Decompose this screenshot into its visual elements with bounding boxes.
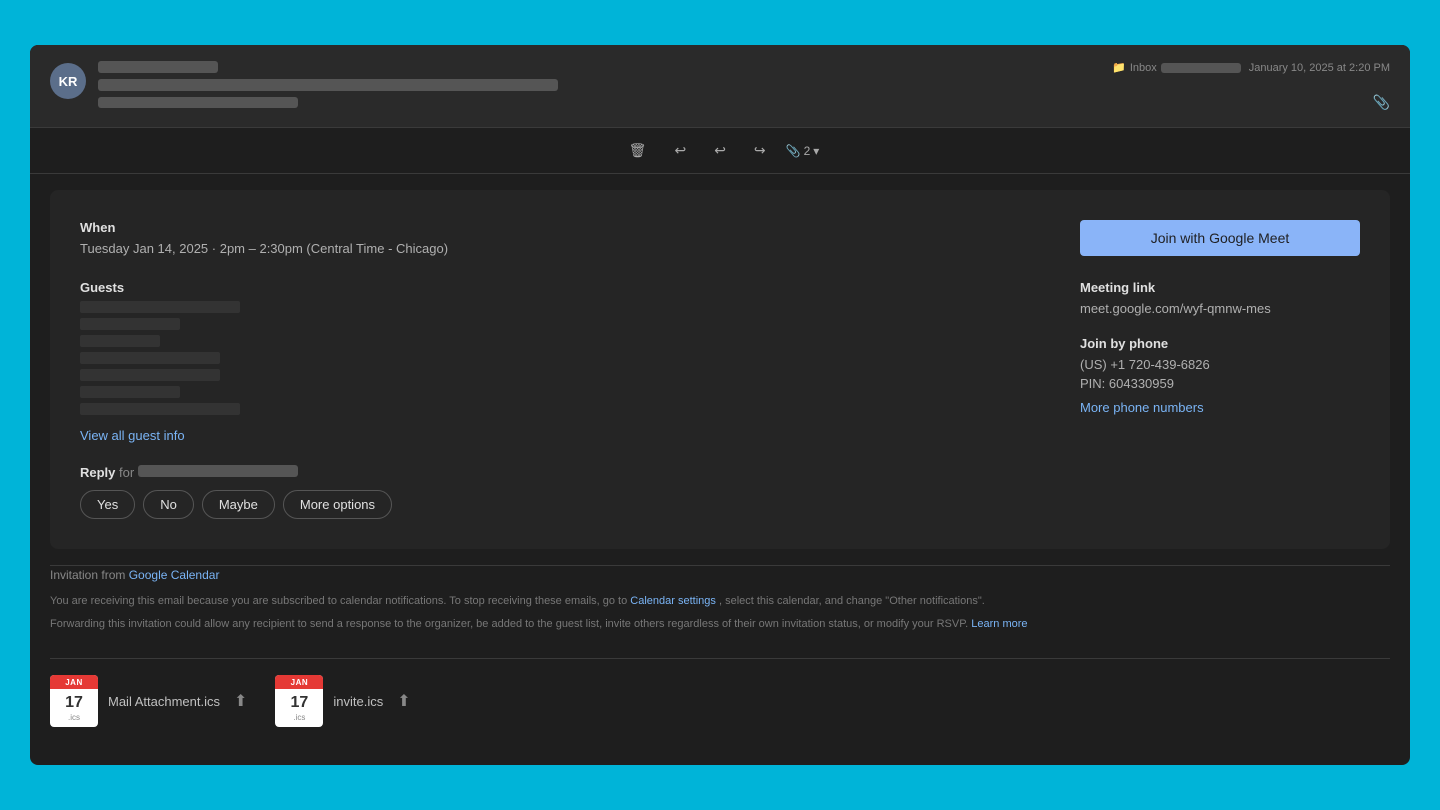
email-to: [98, 97, 1390, 111]
guest-item: [80, 386, 180, 398]
meeting-link-value: meet.google.com/wyf-qmnw-mes: [1080, 301, 1360, 316]
guest-item: [80, 403, 240, 415]
download-icon-2: ⬆: [397, 693, 410, 710]
more-options-button[interactable]: More options: [283, 490, 392, 519]
phone-pin: PIN: 604330959: [1080, 376, 1360, 391]
event-right-column: Join with Google Meet Meeting link meet.…: [1080, 220, 1360, 519]
download-icon-1: ⬆: [234, 693, 247, 710]
guest-item: [80, 352, 220, 364]
learn-more-link[interactable]: Learn more: [971, 618, 1027, 630]
when-label: When: [80, 220, 1040, 235]
event-left-column: When Tuesday Jan 14, 2025 · 2pm – 2:30pm…: [80, 220, 1040, 519]
yes-button[interactable]: Yes: [80, 490, 135, 519]
join-by-phone-label: Join by phone: [1080, 336, 1360, 351]
forward-button[interactable]: ↪: [746, 138, 774, 163]
guest-item: [80, 335, 160, 347]
phone-number: (US) +1 720-439-6826: [1080, 357, 1360, 372]
join-meet-button[interactable]: Join with Google Meet: [1080, 220, 1360, 256]
guest-item: [80, 369, 220, 381]
maybe-button[interactable]: Maybe: [202, 490, 275, 519]
attachment-type-1: .ics: [68, 713, 80, 722]
attachment-item-1: JAN 17 .ics Mail Attachment.ics ⬆: [50, 675, 251, 727]
attachment-type-2: .ics: [293, 713, 305, 722]
guest-item: [80, 318, 180, 330]
meeting-link-label: Meeting link: [1080, 280, 1360, 295]
guests-section: Guests View all guest info: [80, 280, 1040, 445]
inbox-folder-icon: 📁: [1112, 61, 1126, 74]
attachments-section: JAN 17 .ics Mail Attachment.ics ⬆ JAN 17…: [30, 659, 1410, 747]
attachment-download-1[interactable]: ⬆: [230, 687, 251, 715]
email-toolbar: 🗑 ↩ ↩ ↪ 📎 2 ▾: [30, 128, 1410, 174]
reply-icon: ↩: [674, 142, 686, 159]
reply-section: Reply for Yes No Maybe More options: [80, 465, 1040, 519]
guests-label: Guests: [80, 280, 1040, 295]
view-guest-info-link[interactable]: View all guest info: [80, 428, 185, 443]
attachment-filename-2: invite.ics: [333, 694, 383, 709]
email-footer: Invitation from Google Calendar You are …: [30, 566, 1410, 658]
reply-button[interactable]: ↩: [666, 138, 694, 163]
attachment-item-2: JAN 17 .ics invite.ics ⬆: [275, 675, 414, 727]
notice-text2: , select this calendar, and change "Othe…: [719, 595, 985, 607]
notice-text: You are receiving this email because you…: [50, 595, 627, 607]
event-card: When Tuesday Jan 14, 2025 · 2pm – 2:30pm…: [50, 190, 1390, 549]
paperclip-icon: 📎: [786, 144, 801, 158]
email-subject: [98, 79, 1390, 94]
reply-for-text: for: [119, 465, 138, 480]
no-button[interactable]: No: [143, 490, 194, 519]
more-phone-numbers-link[interactable]: More phone numbers: [1080, 400, 1204, 415]
email-header: KR: [30, 45, 1410, 128]
email-date: January 10, 2025 at 2:20 PM: [1249, 62, 1390, 74]
google-calendar-link[interactable]: Google Calendar: [129, 568, 220, 582]
meeting-link-section: Meeting link meet.google.com/wyf-qmnw-me…: [1080, 280, 1360, 316]
email-window: KR: [30, 45, 1410, 765]
footer-invitation: Invitation from Google Calendar: [50, 566, 1390, 585]
join-by-phone-section: Join by phone (US) +1 720-439-6826 PIN: …: [1080, 336, 1360, 417]
attachment-date-2: 17: [291, 695, 309, 711]
delete-button[interactable]: 🗑: [621, 138, 655, 163]
attachment-icon-2: JAN 17 .ics: [275, 675, 323, 727]
forward-icon: ↪: [754, 142, 766, 159]
attachment-month-bar-2: JAN: [275, 675, 323, 689]
event-when-time: Tuesday Jan 14, 2025 · 2pm – 2:30pm (Cen…: [80, 241, 1040, 256]
guest-item: [80, 301, 240, 313]
reply-text: Reply: [80, 465, 115, 480]
attachment-date-1: 17: [65, 695, 83, 711]
attachment-clip-icon: 📎: [1373, 94, 1390, 111]
inbox-label: Inbox: [1130, 62, 1157, 74]
forwarding-notice-text: Forwarding this invitation could allow a…: [50, 618, 968, 630]
chevron-down-icon: ▾: [813, 144, 819, 158]
attachments-count[interactable]: 📎 2 ▾: [786, 144, 820, 158]
attachments-number: 2: [804, 144, 811, 158]
trash-icon: 🗑: [629, 142, 647, 159]
attachment-filename-1: Mail Attachment.ics: [108, 694, 220, 709]
inbox-indicator: 📁 Inbox: [1112, 61, 1241, 74]
email-header-meta: 📁 Inbox January 10, 2025 at 2:20 PM: [1112, 61, 1390, 74]
footer-forwarding-notice: Forwarding this invitation could allow a…: [50, 616, 1390, 633]
attachment-download-2[interactable]: ⬆: [393, 687, 414, 715]
attachment-month-bar-1: JAN: [50, 675, 98, 689]
avatar: KR: [50, 63, 86, 99]
calendar-settings-link[interactable]: Calendar settings: [630, 595, 716, 607]
reply-all-icon: ↩: [714, 142, 726, 159]
reply-buttons: Yes No Maybe More options: [80, 490, 1040, 519]
reply-all-button[interactable]: ↩: [706, 138, 734, 163]
attachment-icon-1: JAN 17 .ics: [50, 675, 98, 727]
reply-label: Reply for: [80, 465, 1040, 480]
guest-list: [80, 301, 1040, 415]
footer-notice: You are receiving this email because you…: [50, 593, 1390, 610]
invitation-from-text: Invitation from: [50, 568, 125, 582]
